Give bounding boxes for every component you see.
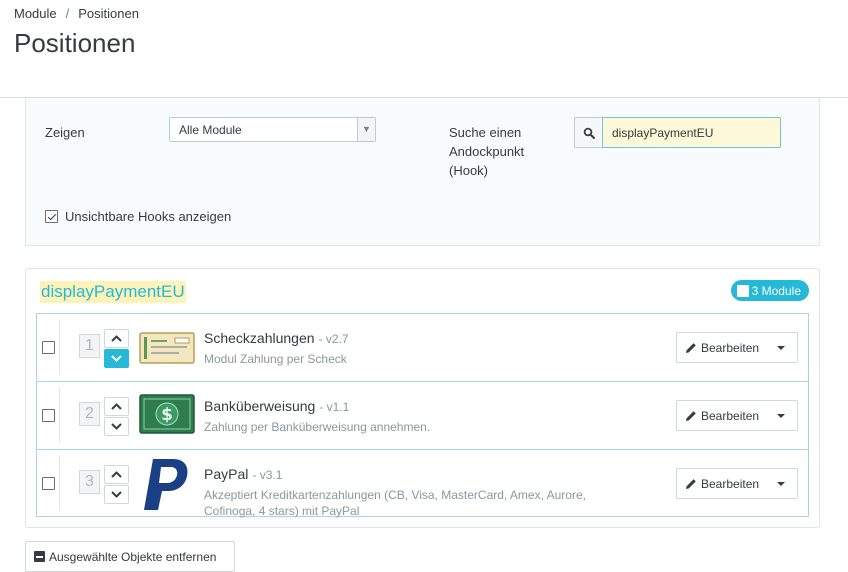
invisible-hooks-checkbox[interactable]	[45, 210, 58, 223]
hook-search-label: Suche einen Andockpunkt (Hook)	[449, 125, 525, 178]
position-number: 1	[79, 334, 100, 358]
position-number: 3	[79, 470, 100, 494]
module-row-check: 1 Scheckzahlungen - v2.7 Modul Zahlung p…	[36, 313, 809, 381]
search-icon	[574, 117, 603, 148]
module-version: - v1.1	[319, 400, 350, 414]
breadcrumb-current: Positionen	[78, 6, 139, 21]
paypal-logo-icon	[139, 457, 195, 511]
module-title: Scheckzahlungen - v2.7	[204, 330, 349, 346]
edit-button-label: Bearbeiten	[701, 340, 760, 355]
position-number: 2	[79, 402, 100, 426]
module-version: - v3.1	[252, 468, 283, 482]
row-divider	[59, 455, 60, 511]
row-divider	[59, 387, 60, 443]
caret-down-icon[interactable]	[777, 482, 785, 486]
chevron-down-icon	[111, 423, 122, 430]
chevron-down-icon	[111, 355, 122, 362]
remove-selected-button[interactable]: Ausgewählte Objekte entfernen	[25, 541, 235, 572]
row-divider	[59, 319, 60, 375]
module-filter-value: Alle Module	[179, 123, 242, 137]
pencil-icon	[685, 342, 697, 354]
module-filter-select[interactable]: Alle Module ▼	[169, 117, 376, 142]
edit-button[interactable]: Bearbeiten	[676, 400, 798, 431]
module-name: Banküberweisung	[204, 398, 316, 414]
filter-panel: Zeigen Alle Module ▼ Suche einen Andockp…	[25, 98, 820, 246]
invisible-hooks-label: Unsichtbare Hooks anzeigen	[65, 209, 232, 224]
module-name: Scheckzahlungen	[204, 330, 315, 346]
pencil-icon	[685, 478, 697, 490]
page-header: Module / Positionen Positionen	[0, 0, 848, 98]
main-content: Zeigen Alle Module ▼ Suche einen Andockp…	[0, 98, 848, 572]
edit-button-label: Bearbeiten	[701, 476, 760, 491]
caret-down-icon[interactable]	[777, 414, 785, 418]
module-description: Akzeptiert Kreditkartenzahlungen (CB, Vi…	[204, 488, 586, 518]
chevron-up-icon	[111, 471, 122, 478]
select-all-checkbox[interactable]	[736, 284, 749, 297]
move-down-button[interactable]	[104, 417, 129, 436]
module-select-checkbox[interactable]	[42, 341, 55, 354]
module-row-paypal: 3 PayPal - v3.1 Akzeptiert Kreditkartenza	[36, 449, 809, 518]
module-count-label: 3 Module	[751, 283, 801, 298]
page-title: Positionen	[14, 28, 136, 58]
move-up-button[interactable]	[104, 465, 129, 484]
module-description: Modul Zahlung per Scheck	[204, 352, 347, 366]
invisible-hooks-option[interactable]: Unsichtbare Hooks anzeigen	[45, 209, 231, 224]
module-name: PayPal	[204, 466, 249, 482]
module-row-bankwire: 2 $ Banküberweisung - v1.1 Zahlung per B…	[36, 381, 809, 449]
hook-name: displayPaymentEU	[40, 281, 186, 303]
caret-down-icon[interactable]	[777, 346, 785, 350]
hook-panel: displayPaymentEU 3 Module 1 Scheckzahlun…	[25, 268, 820, 528]
module-select-checkbox[interactable]	[42, 477, 55, 490]
caret-down-icon[interactable]: ▼	[357, 118, 375, 141]
edit-button-label: Bearbeiten	[701, 408, 760, 423]
breadcrumb-parent[interactable]: Module	[14, 6, 57, 21]
remove-selected-label: Ausgewählte Objekte entfernen	[49, 549, 217, 564]
module-title: PayPal - v3.1	[204, 466, 282, 482]
module-list: 1 Scheckzahlungen - v2.7 Modul Zahlung p…	[36, 313, 809, 518]
breadcrumb: Module / Positionen	[14, 6, 139, 21]
module-version: - v2.7	[318, 332, 349, 346]
move-up-button[interactable]	[104, 329, 129, 348]
banknote-logo-icon: $	[139, 389, 195, 443]
hook-search-input[interactable]	[602, 117, 781, 148]
edit-button[interactable]: Bearbeiten	[676, 468, 798, 499]
check-logo-icon	[139, 321, 195, 375]
module-description: Zahlung per Banküberweisung annehmen.	[204, 420, 431, 434]
move-down-button[interactable]	[104, 349, 129, 368]
module-count-badge[interactable]: 3 Module	[730, 280, 809, 301]
show-label: Zeigen	[45, 125, 85, 140]
chevron-up-icon	[111, 403, 122, 410]
breadcrumb-separator: /	[65, 6, 70, 21]
module-title: Banküberweisung - v1.1	[204, 398, 349, 414]
pencil-icon	[685, 410, 697, 422]
move-down-button[interactable]	[104, 485, 129, 504]
edit-button[interactable]: Bearbeiten	[676, 332, 798, 363]
move-up-button[interactable]	[104, 397, 129, 416]
chevron-up-icon	[111, 335, 122, 342]
svg-text:$: $	[161, 405, 173, 425]
chevron-down-icon	[111, 491, 122, 498]
module-select-checkbox[interactable]	[42, 409, 55, 422]
minus-square-icon	[34, 551, 45, 562]
